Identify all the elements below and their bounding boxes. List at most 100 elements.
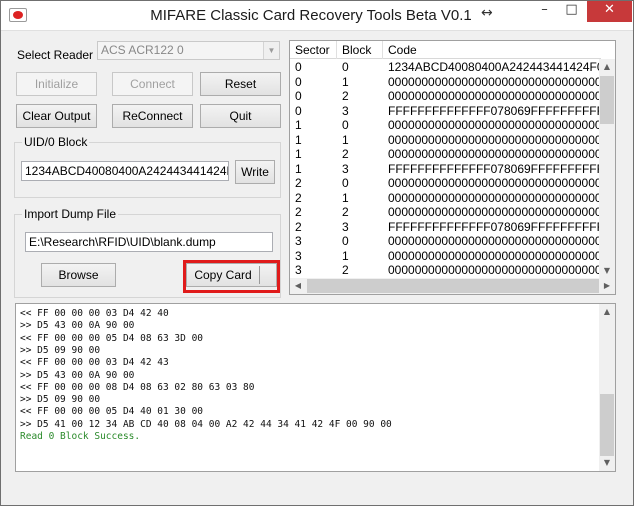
table-row[interactable]: 2 0 00000000000000000000000000000000 — [290, 176, 601, 191]
cell-block: 3 — [342, 103, 349, 118]
log-line: << FF 00 00 00 05 D4 08 63 3D 00 — [20, 332, 204, 344]
copy-card-highlight — [183, 260, 280, 293]
scroll-left-icon[interactable]: ◀ — [290, 278, 306, 294]
table-row[interactable]: 0 1 00000000000000000000000000000000 — [290, 75, 601, 90]
cell-sector: 0 — [295, 60, 302, 74]
table-row[interactable]: 1 2 00000000000000000000000000000000 — [290, 147, 601, 162]
table-row[interactable]: 2 3 FFFFFFFFFFFFFF078069FFFFFFFFFFFF — [290, 220, 601, 235]
cell-code: 00000000000000000000000000000000 — [388, 190, 601, 205]
cell-sector: 3 — [295, 248, 302, 263]
uid-block-group-label: UID/0 Block — [22, 135, 90, 149]
cell-sector: 2 — [295, 205, 302, 219]
scroll-down-icon[interactable]: ▼ — [599, 455, 615, 471]
grid-vertical-scrollbar[interactable]: ▲ ▼ — [599, 59, 615, 279]
cell-sector: 2 — [295, 219, 302, 234]
minimize-button[interactable]: – — [531, 1, 558, 22]
cell-sector: 3 — [295, 263, 302, 277]
cell-sector: 1 — [295, 147, 302, 161]
scroll-up-icon[interactable]: ▲ — [599, 59, 615, 75]
cell-code: 00000000000000000000000000000000 — [388, 248, 601, 263]
column-header-sector[interactable]: Sector — [290, 41, 337, 59]
cell-code: 00000000000000000000000000000000 — [388, 205, 601, 219]
scroll-right-icon[interactable]: ▶ — [599, 278, 615, 294]
column-header-block[interactable]: Block — [337, 41, 383, 59]
table-row[interactable]: 0 3 FFFFFFFFFFFFFF078069FFFFFFFFFFFF — [290, 104, 601, 119]
close-button[interactable]: ✕ — [587, 1, 632, 22]
browse-button[interactable]: Browse — [41, 263, 116, 287]
uid-block-input[interactable]: 1234ABCD40080400A242443441424F00 — [21, 161, 229, 181]
log-line: >> D5 41 00 12 34 AB CD 40 08 04 00 A2 4… — [20, 418, 392, 430]
table-row[interactable]: 3 1 00000000000000000000000000000000 — [290, 249, 601, 264]
cell-code: FFFFFFFFFFFFFF078069FFFFFFFFFFFF — [388, 219, 601, 234]
cell-block: 0 — [342, 176, 349, 190]
cell-code: 1234ABCD40080400A242443441424F00 — [388, 60, 601, 74]
log-line: >> D5 43 00 0A 90 00 — [20, 320, 135, 332]
scroll-down-icon[interactable]: ▼ — [599, 263, 615, 279]
table-row[interactable]: 1 3 FFFFFFFFFFFFFF078069FFFFFFFFFFFF — [290, 162, 601, 177]
cell-sector: 1 — [295, 118, 302, 132]
table-row[interactable]: 2 2 00000000000000000000000000000000 — [290, 205, 601, 220]
block-data-grid[interactable]: Sector Block Code 0 0 1234ABCD40080400A242… — [289, 40, 616, 295]
reader-select-value: ACS ACR122 0 — [101, 43, 184, 57]
chevron-down-icon[interactable]: ▼ — [263, 42, 279, 59]
log-line: >> D5 09 90 00 — [20, 394, 101, 406]
cell-sector: 0 — [295, 89, 302, 103]
cell-sector: 0 — [295, 103, 302, 118]
cell-block: 1 — [342, 248, 349, 263]
column-header-code[interactable]: Code — [383, 41, 601, 59]
cell-code: 00000000000000000000000000000000 — [388, 263, 601, 277]
cell-code: 00000000000000000000000000000000 — [388, 234, 601, 248]
table-row[interactable]: 2 1 00000000000000000000000000000000 — [290, 191, 601, 206]
table-row[interactable]: 3 2 00000000000000000000000000000000 — [290, 263, 601, 278]
cell-code: 00000000000000000000000000000000 — [388, 176, 601, 190]
log-line: << FF 00 00 00 03 D4 42 43 — [20, 357, 169, 369]
import-dump-group-label: Import Dump File — [22, 207, 119, 221]
log-line: << FF 00 00 00 05 D4 40 01 30 00 — [20, 406, 204, 418]
cell-block: 0 — [342, 234, 349, 248]
cell-code: 00000000000000000000000000000000 — [388, 118, 601, 132]
cell-code: 00000000000000000000000000000000 — [388, 74, 601, 89]
cell-code: FFFFFFFFFFFFFF078069FFFFFFFFFFFF — [388, 161, 601, 176]
title-bar[interactable]: MIFARE Classic Card Recovery Tools Beta … — [1, 1, 633, 31]
cell-sector: 1 — [295, 161, 302, 176]
grid-body: 0 0 1234ABCD40080400A242443441424F00 0 1 0000… — [290, 60, 601, 279]
grid-header: Sector Block Code — [290, 41, 601, 59]
table-row[interactable]: 0 2 00000000000000000000000000000000 — [290, 89, 601, 104]
grid-hscroll-thumb[interactable] — [307, 279, 599, 293]
minimize-icon: – — [541, 2, 548, 17]
cell-code: FFFFFFFFFFFFFF078069FFFFFFFFFFFF — [388, 103, 601, 118]
table-row[interactable]: 3 0 00000000000000000000000000000000 — [290, 234, 601, 249]
initialize-button[interactable]: Initialize — [16, 72, 97, 96]
log-vertical-scrollbar[interactable]: ▲ ▼ — [599, 304, 615, 471]
table-row[interactable]: 1 1 00000000000000000000000000000000 — [290, 133, 601, 148]
cell-code: 00000000000000000000000000000000 — [388, 132, 601, 147]
cell-sector: 2 — [295, 190, 302, 205]
grid-horizontal-scrollbar[interactable]: ◀ ▶ — [290, 278, 615, 294]
grid-vscroll-thumb[interactable] — [600, 76, 614, 124]
log-line: << FF 00 00 00 03 D4 42 40 — [20, 308, 169, 319]
cell-block: 3 — [342, 161, 349, 176]
connect-button[interactable]: Connect — [112, 72, 193, 96]
cell-code: 00000000000000000000000000000000 — [388, 147, 601, 161]
log-line: >> D5 09 90 00 — [20, 344, 101, 356]
table-row[interactable]: 1 0 00000000000000000000000000000000 — [290, 118, 601, 133]
reconnect-button[interactable]: ReConnect — [112, 104, 193, 128]
dump-file-path-input[interactable]: E:\Research\RFID\UID\blank.dump — [25, 232, 273, 252]
reset-button[interactable]: Reset — [200, 72, 281, 96]
quit-button[interactable]: Quit — [200, 104, 281, 128]
write-button[interactable]: Write — [235, 160, 275, 184]
clear-output-button[interactable]: Clear Output — [16, 104, 97, 128]
cell-block: 0 — [342, 60, 349, 74]
log-vscroll-thumb[interactable] — [600, 394, 614, 456]
output-log[interactable]: << FF 00 00 00 03 D4 42 40 >> D5 43 00 0A… — [15, 303, 616, 472]
reader-select[interactable]: ACS ACR122 0 ▼ — [97, 41, 280, 60]
resize-arrows-icon: ↔ — [481, 5, 493, 21]
window-title: MIFARE Classic Card Recovery Tools Beta … — [150, 7, 472, 24]
scroll-up-icon[interactable]: ▲ — [599, 304, 615, 320]
cell-sector: 3 — [295, 234, 302, 248]
maximize-button[interactable]: □ — [558, 1, 585, 22]
cell-block: 3 — [342, 219, 349, 234]
cell-block: 2 — [342, 89, 349, 103]
table-row[interactable]: 0 0 1234ABCD40080400A242443441424F00 — [290, 60, 601, 75]
cell-block: 1 — [342, 74, 349, 89]
